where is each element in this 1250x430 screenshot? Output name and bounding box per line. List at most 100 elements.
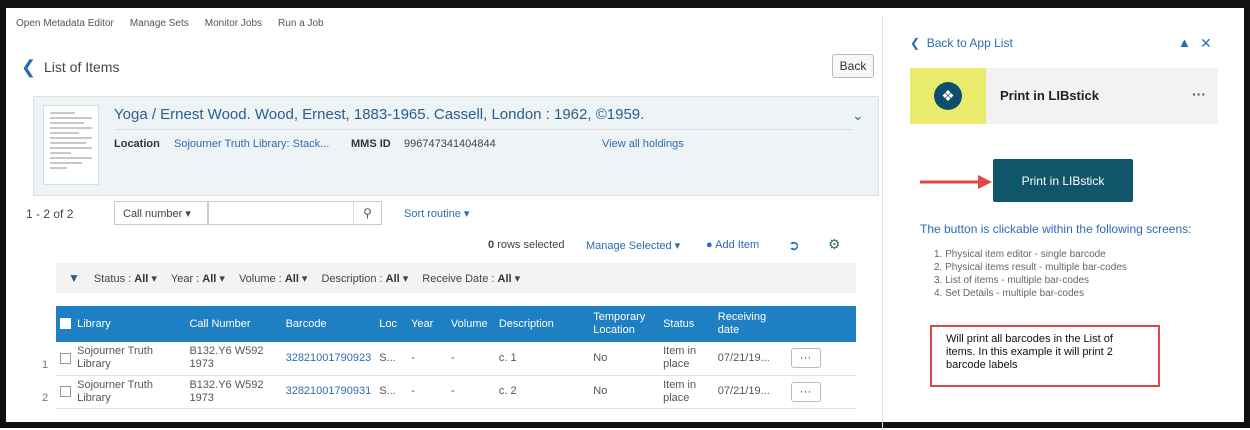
header-library[interactable]: Library [56, 306, 185, 342]
plus-circle-icon: ● [706, 239, 713, 251]
row-checkbox[interactable] [60, 386, 71, 397]
items-table: Library Call Number Barcode Loc Year Vol… [56, 306, 856, 409]
sort-routine-dropdown[interactable]: Sort routine ▾ [404, 207, 469, 220]
close-icon[interactable]: ✕ [1200, 35, 1212, 52]
more-options-icon[interactable]: ··· [1192, 86, 1206, 102]
rows-selected: 0 rows selected [488, 239, 564, 251]
filter-icon: ▼ [68, 271, 80, 285]
nav-manage-sets[interactable]: Manage Sets [130, 18, 189, 36]
cell-description: c. 2 [498, 385, 517, 397]
filter-status[interactable]: Status : All ▾ [94, 272, 157, 285]
filter-volume[interactable]: Volume : All ▾ [239, 272, 308, 285]
header-status[interactable]: Status [659, 306, 714, 342]
filter-receive-date[interactable]: Receive Date : All ▾ [422, 272, 520, 285]
nav-run-a-job[interactable]: Run a Job [278, 18, 324, 36]
cell-library-text: Sojourner Truth Library [77, 378, 153, 404]
pin-icon[interactable]: ▲ [1178, 35, 1191, 50]
libstick-logo-icon: ❖ [934, 82, 962, 110]
manage-selected-dropdown[interactable]: Manage Selected ▾ [586, 239, 680, 252]
filter-receive-date-label: Receive Date : [422, 272, 495, 285]
row-number: 1 [42, 359, 49, 371]
print-in-libstick-button[interactable]: Print in LIBstick [993, 159, 1133, 202]
cell-barcode[interactable]: 32821001790931 [282, 375, 376, 408]
location-label: Location [114, 138, 160, 150]
annotation-note: Will print all barcodes in the List of i… [930, 325, 1160, 387]
nav-open-metadata-editor[interactable]: Open Metadata Editor [16, 18, 114, 36]
header-volume[interactable]: Volume [447, 306, 495, 342]
filter-volume-label: Volume : [238, 272, 282, 285]
cell-year: - [411, 351, 415, 364]
filter-volume-value: All [284, 272, 299, 285]
row-actions-button[interactable]: ··· [790, 381, 821, 402]
add-item-button[interactable]: ● Add Item [706, 239, 759, 251]
caret-down-icon: ▾ [185, 208, 191, 220]
row-number: 2 [42, 392, 49, 404]
cell-library: Sojourner Truth Library [56, 342, 185, 375]
app-frame: Open Metadata Editor Manage Sets Monitor… [0, 0, 1250, 430]
cell-volume: - [450, 385, 455, 397]
back-to-app-list-link[interactable]: ❮ Back to App List [910, 36, 1013, 50]
app-logo: ❖ [910, 68, 986, 124]
record-title[interactable]: Yoga / Ernest Wood. Wood, Ernest, 1883-1… [114, 106, 644, 123]
filter-year-value: All [202, 272, 217, 285]
search-field-label: Call number [123, 208, 183, 220]
cell-status: Item in place [663, 378, 697, 404]
header-actions [787, 306, 856, 342]
chevron-down-icon[interactable]: ⌄ [852, 107, 864, 124]
header-year[interactable]: Year [407, 306, 447, 342]
header-call-number[interactable]: Call Number [185, 306, 281, 342]
select-all-checkbox[interactable] [60, 318, 71, 330]
header-receiving-date[interactable]: Receiving date [714, 306, 787, 342]
cell-actions: ··· [787, 375, 856, 408]
search-icon[interactable]: ⚲ [353, 202, 381, 224]
mms-id-label: MMS ID [351, 138, 391, 150]
cell-receiving-date: 07/21/19... [717, 385, 770, 397]
search-input[interactable]: ⚲ [208, 201, 382, 225]
mms-id-value: 996747341404844 [404, 138, 496, 150]
header-barcode[interactable]: Barcode [282, 306, 376, 342]
back-button[interactable]: Back [832, 54, 874, 78]
rows-selected-text: rows selected [497, 239, 565, 251]
cell-status: Item in place [663, 345, 697, 371]
table-row: Sojourner Truth Library B132.Y6 W592 197… [56, 375, 856, 408]
filter-description-label: Description : [321, 272, 383, 285]
filter-description-value: All [385, 272, 400, 285]
header-library-label: Library [77, 317, 111, 330]
location-link[interactable]: Sojourner Truth Library: Stack... [174, 138, 329, 150]
cell-actions: ··· [787, 342, 856, 375]
cell-call-number: B132.Y6 W592 1973 [189, 345, 264, 371]
add-item-label: Add Item [715, 239, 760, 251]
back-to-app-list-label: Back to App List [926, 36, 1013, 50]
filter-description[interactable]: Description : All ▾ [321, 272, 408, 285]
cell-volume: - [450, 351, 455, 364]
search-field-select[interactable]: Call number ▾ [114, 201, 208, 225]
view-all-holdings-link[interactable]: View all holdings [602, 138, 684, 150]
nav-monitor-jobs[interactable]: Monitor Jobs [205, 18, 262, 36]
row-actions-button[interactable]: ··· [790, 348, 821, 369]
app-card: ❖ Print in LIBstick ··· [910, 68, 1218, 124]
export-icon[interactable]: ➲ [788, 237, 800, 254]
result-count: 1 - 2 of 2 [26, 207, 74, 221]
gear-icon[interactable]: ⚙ [828, 236, 841, 253]
cell-description: c. 1 [498, 351, 517, 364]
header-temporary-location[interactable]: Temporary Location [589, 306, 659, 342]
cell-loc: S... [379, 385, 396, 397]
sort-routine-label: Sort routine [404, 208, 461, 220]
filter-status-label: Status : [93, 272, 132, 285]
header-loc[interactable]: Loc [375, 306, 407, 342]
filter-year[interactable]: Year : All ▾ [171, 272, 225, 285]
filter-receive-date-value: All [497, 272, 512, 285]
rows-selected-count: 0 [488, 239, 495, 251]
cell-loc: S... [379, 351, 396, 364]
cell-temporary-location: No [593, 385, 608, 397]
header-description[interactable]: Description [495, 306, 589, 342]
back-arrow-icon[interactable]: ❮ [21, 57, 36, 77]
filter-status-value: All [134, 272, 149, 285]
row-checkbox[interactable] [60, 352, 71, 364]
table-header-row: Library Call Number Barcode Loc Year Vol… [56, 306, 856, 342]
list-item: 3. List of items - multiple bar-codes [934, 275, 1090, 286]
cell-barcode[interactable]: 32821001790923 [282, 342, 376, 375]
cell-year: - [411, 385, 415, 397]
filter-year-label: Year : [170, 272, 200, 285]
table-row: Sojourner Truth Library B132.Y6 W592 197… [56, 342, 856, 375]
